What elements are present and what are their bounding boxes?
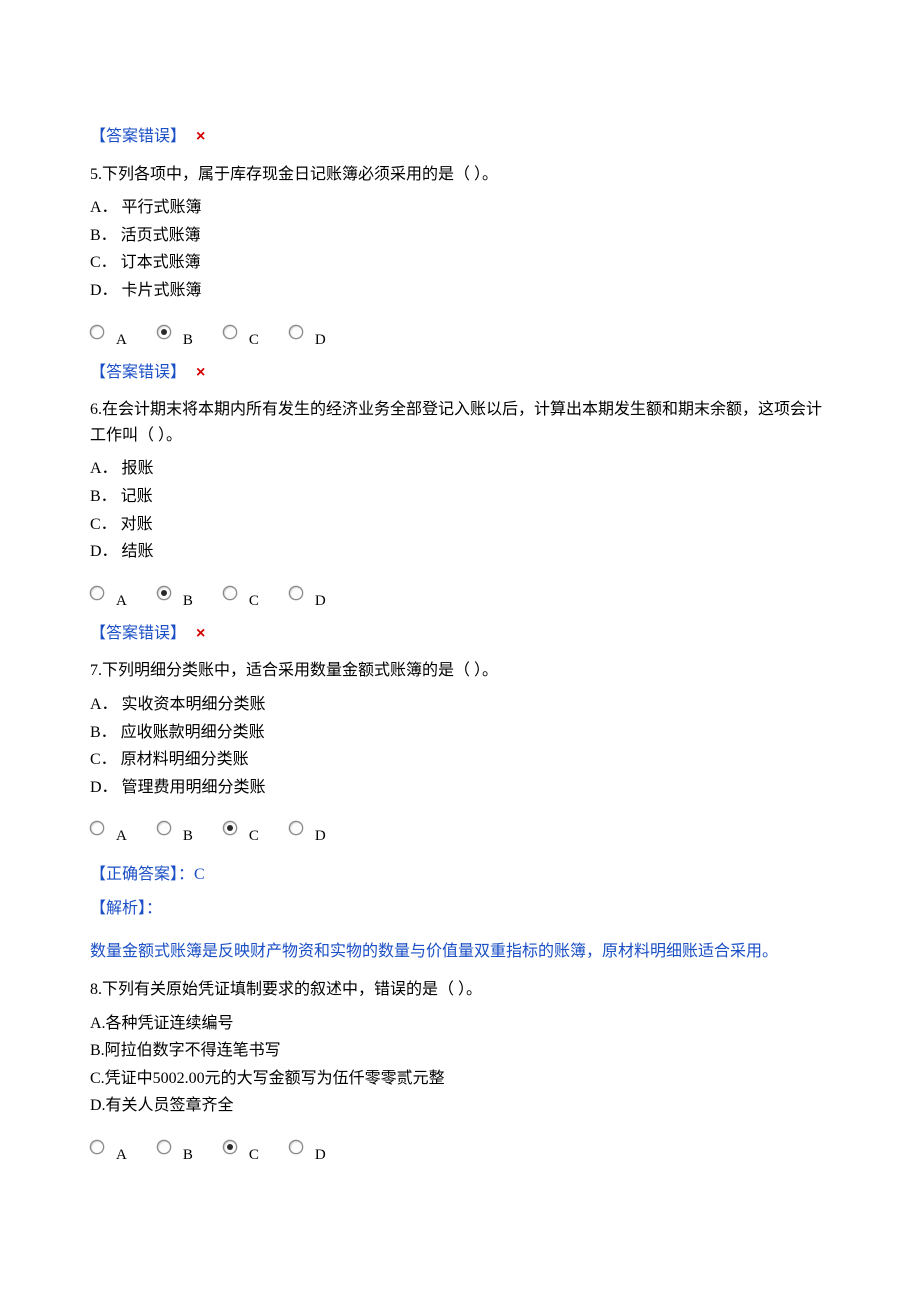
- question-6-options: A． 报账 B． 记账 C． 对账 D． 结账: [90, 456, 832, 564]
- radio-icon: [157, 821, 171, 835]
- q6-opt-a: A． 报账: [90, 456, 832, 482]
- radio-icon: [289, 821, 303, 835]
- radio-icon: [289, 1140, 303, 1154]
- radio-label: C: [249, 824, 259, 848]
- correct-letter: C: [194, 866, 205, 883]
- radio-label: B: [183, 328, 193, 352]
- q8-radio-a[interactable]: A: [90, 1137, 127, 1161]
- q5-radio-row: A B C D: [90, 322, 832, 346]
- answer-correct-label: 【正确答案】：C: [90, 862, 832, 888]
- question-5-options: A． 平行式账簿 B． 活页式账簿 C． 订本式账簿 D． 卡片式账簿: [90, 195, 832, 303]
- q7-radio-b[interactable]: B: [157, 818, 193, 842]
- q6-radio-b[interactable]: B: [157, 583, 193, 607]
- radio-icon: [289, 586, 303, 600]
- answer-wrong-label: 【答案错误】 ×: [90, 124, 832, 150]
- q6-radio-c[interactable]: C: [223, 583, 259, 607]
- q8-opt-a: A.各种凭证连续编号: [90, 1011, 832, 1037]
- radio-label: C: [249, 1143, 259, 1167]
- q6-radio-row: A B C D: [90, 583, 832, 607]
- radio-label: A: [116, 589, 127, 613]
- q8-radio-b[interactable]: B: [157, 1137, 193, 1161]
- question-7-options: A． 实收资本明细分类账 B． 应收账款明细分类账 C． 原材料明细分类账 D．…: [90, 692, 832, 800]
- q5-radio-d[interactable]: D: [289, 322, 326, 346]
- radio-icon: [90, 821, 104, 835]
- wrong-text: 【答案错误】: [90, 364, 186, 381]
- radio-label: C: [249, 589, 259, 613]
- q7-opt-b: B． 应收账款明细分类账: [90, 720, 832, 746]
- radio-icon: [157, 1140, 171, 1154]
- radio-icon: [223, 821, 237, 835]
- q7-radio-c[interactable]: C: [223, 818, 259, 842]
- q5-radio-b[interactable]: B: [157, 322, 193, 346]
- q8-radio-c[interactable]: C: [223, 1137, 259, 1161]
- radio-label: D: [315, 328, 326, 352]
- q7-radio-d[interactable]: D: [289, 818, 326, 842]
- radio-icon: [157, 586, 171, 600]
- q7-opt-c: C． 原材料明细分类账: [90, 747, 832, 773]
- radio-label: B: [183, 589, 193, 613]
- radio-icon: [289, 325, 303, 339]
- question-8-options: A.各种凭证连续编号 B.阿拉伯数字不得连笔书写 C.凭证中5002.00元的大…: [90, 1011, 832, 1119]
- q7-radio-a[interactable]: A: [90, 818, 127, 842]
- radio-icon: [223, 1140, 237, 1154]
- radio-label: B: [183, 824, 193, 848]
- q8-opt-b: B.阿拉伯数字不得连笔书写: [90, 1038, 832, 1064]
- radio-label: C: [249, 328, 259, 352]
- radio-label: A: [116, 824, 127, 848]
- question-8-text: 8.下列有关原始凭证填制要求的叙述中，错误的是（ ）。: [90, 977, 832, 1003]
- q8-radio-row: A B C D: [90, 1137, 832, 1161]
- radio-icon: [157, 325, 171, 339]
- wrong-text: 【答案错误】: [90, 128, 186, 145]
- radio-icon: [90, 1140, 104, 1154]
- radio-label: D: [315, 1143, 326, 1167]
- wrong-text: 【答案错误】: [90, 625, 186, 642]
- q5-opt-b: B． 活页式账簿: [90, 223, 832, 249]
- answer-wrong-label: 【答案错误】 ×: [90, 360, 832, 386]
- q6-radio-a[interactable]: A: [90, 583, 127, 607]
- radio-icon: [223, 325, 237, 339]
- cross-icon: ×: [196, 364, 205, 381]
- radio-label: A: [116, 1143, 127, 1167]
- q6-radio-d[interactable]: D: [289, 583, 326, 607]
- q5-opt-c: C． 订本式账簿: [90, 250, 832, 276]
- radio-label: D: [315, 589, 326, 613]
- question-5-text: 5.下列各项中，属于库存现金日记账簿必须采用的是（ ）。: [90, 162, 832, 188]
- q6-opt-b: B． 记账: [90, 484, 832, 510]
- q8-opt-d: D.有关人员签章齐全: [90, 1093, 832, 1119]
- correct-prefix: 【正确答案】：: [90, 866, 194, 883]
- q7-opt-a: A． 实收资本明细分类账: [90, 692, 832, 718]
- analysis-body: 数量金额式账簿是反映财产物资和实物的数量与价值量双重指标的账簿，原材料明细账适合…: [90, 939, 832, 965]
- q6-opt-d: D． 结账: [90, 539, 832, 565]
- analysis-label: 【解析】：: [90, 896, 832, 922]
- answer-wrong-label: 【答案错误】 ×: [90, 621, 832, 647]
- question-6-text: 6.在会计期末将本期内所有发生的经济业务全部登记入账以后，计算出本期发生额和期末…: [90, 397, 832, 448]
- radio-icon: [223, 586, 237, 600]
- q5-radio-a[interactable]: A: [90, 322, 127, 346]
- q8-opt-c: C.凭证中5002.00元的大写金额写为伍仟零零贰元整: [90, 1066, 832, 1092]
- q7-radio-row: A B C D: [90, 818, 832, 842]
- radio-label: B: [183, 1143, 193, 1167]
- q7-opt-d: D． 管理费用明细分类账: [90, 775, 832, 801]
- q8-radio-d[interactable]: D: [289, 1137, 326, 1161]
- cross-icon: ×: [196, 625, 205, 642]
- q5-opt-d: D． 卡片式账簿: [90, 278, 832, 304]
- radio-icon: [90, 325, 104, 339]
- radio-label: D: [315, 824, 326, 848]
- radio-label: A: [116, 328, 127, 352]
- question-7-text: 7.下列明细分类账中，适合采用数量金额式账簿的是（ ）。: [90, 658, 832, 684]
- q5-radio-c[interactable]: C: [223, 322, 259, 346]
- radio-icon: [90, 586, 104, 600]
- q5-opt-a: A． 平行式账簿: [90, 195, 832, 221]
- q6-opt-c: C． 对账: [90, 512, 832, 538]
- cross-icon: ×: [196, 128, 205, 145]
